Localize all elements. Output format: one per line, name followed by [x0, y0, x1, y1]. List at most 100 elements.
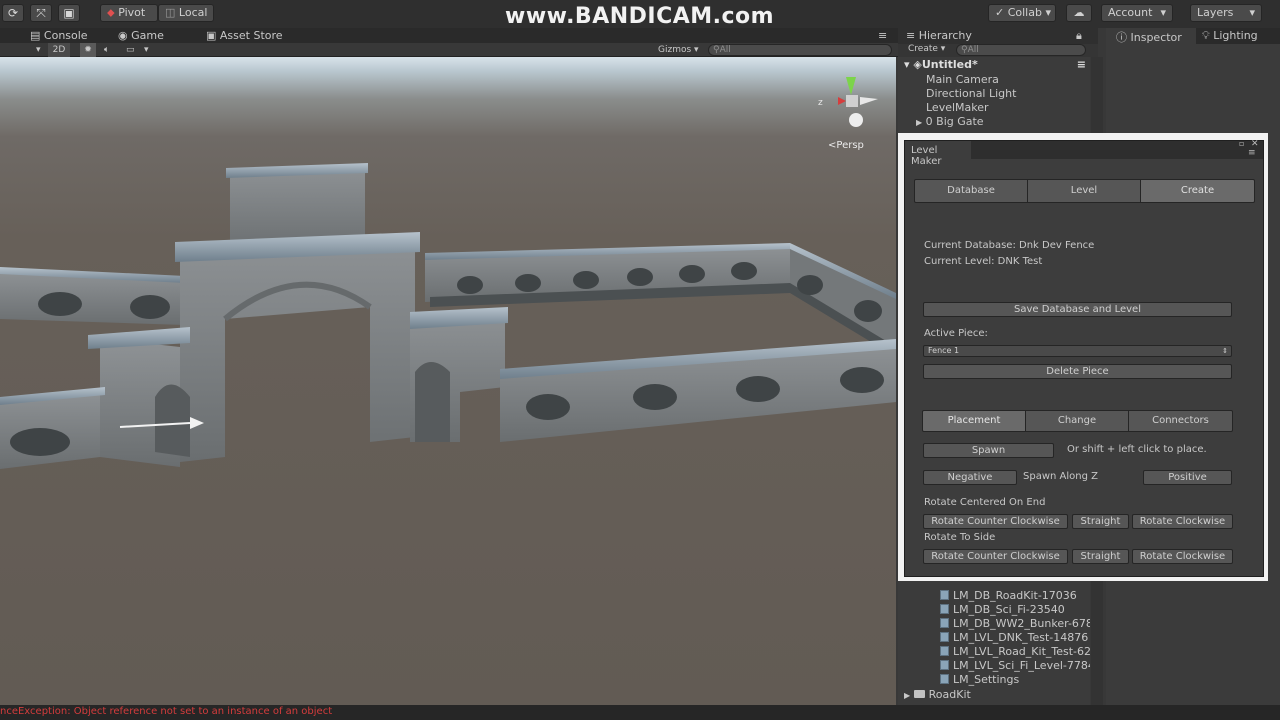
effects-toggle-icon[interactable]: ▭ — [126, 43, 135, 57]
straight-side-button[interactable]: Straight — [1072, 549, 1129, 564]
active-piece-label: Active Piece: — [924, 328, 988, 339]
list-item[interactable]: LM_LVL_Sci_Fi_Level-7784 — [940, 659, 1090, 673]
asset-file-icon — [940, 646, 949, 656]
folder-item[interactable]: ▶ RoadKit — [904, 688, 971, 703]
rotate-tool-icon[interactable]: ⟳ — [2, 4, 24, 22]
asset-file-icon — [940, 618, 949, 628]
status-bar[interactable]: nceException: Object reference not set t… — [0, 705, 1280, 720]
tab-lighting[interactable]: 💡︎ Lighting — [1202, 29, 1258, 43]
list-item[interactable]: LM_Settings — [940, 673, 1019, 687]
orientation-gizmo[interactable] — [838, 77, 878, 127]
tab-connectors[interactable]: Connectors — [1128, 410, 1233, 432]
positive-button[interactable]: Positive — [1143, 470, 1232, 485]
dropdown-arrows-icon: ⇕ — [1222, 347, 1228, 355]
asset-file-icon — [940, 590, 949, 600]
delete-piece-button[interactable]: Delete Piece — [923, 364, 1232, 379]
pivot-button[interactable]: ⬥ Pivot — [100, 4, 158, 22]
pivot-icon: ⬥ — [107, 6, 115, 19]
list-item[interactable]: LM_DB_Sci_Fi-23540 — [940, 603, 1065, 617]
projection-label[interactable]: <Persp — [828, 140, 864, 151]
spawn-along-label: Spawn Along Z — [1023, 471, 1098, 482]
scene-search-input[interactable]: ⚲All — [708, 44, 892, 56]
tab-database[interactable]: Database — [914, 179, 1028, 203]
list-item[interactable]: LM_DB_WW2_Bunker-6782 — [940, 617, 1090, 631]
hierarchy-item[interactable]: ▶ 0 Big Gate — [916, 115, 984, 130]
chevron-down-icon: ▾ — [1249, 6, 1255, 19]
spawn-hint-text: Or shift + left click to place. — [1067, 444, 1207, 455]
create-dropdown[interactable]: Create ▾ — [908, 44, 945, 54]
hierarchy-item[interactable]: Main Camera — [926, 73, 999, 87]
rotate-ccw-end-button[interactable]: Rotate Counter Clockwise — [923, 514, 1068, 529]
scale-tool-icon[interactable]: ⤧ — [30, 4, 52, 22]
lock-icon[interactable]: 🔒︎ — [1076, 29, 1082, 43]
tab-console[interactable]: ▤ Console — [30, 28, 88, 43]
info-icon: ⓘ — [1116, 31, 1127, 44]
rotate-ccw-side-button[interactable]: Rotate Counter Clockwise — [923, 549, 1068, 564]
asset-file-icon — [940, 660, 949, 670]
hierarchy-item[interactable]: Directional Light — [926, 87, 1016, 101]
scene-root[interactable]: ▾ ◈Untitled* ≡ — [904, 58, 1090, 72]
recording-watermark: www.BANDICAM.com — [505, 4, 775, 29]
straight-end-button[interactable]: Straight — [1072, 514, 1129, 529]
asset-file-icon — [940, 604, 949, 614]
scene-menu-icon[interactable]: ≡ — [1077, 58, 1086, 72]
effects-chevron-icon[interactable]: ▾ — [144, 43, 149, 57]
hierarchy-search-input[interactable]: ⚲All — [956, 44, 1086, 56]
tab-menu-icon[interactable]: ≡ — [878, 28, 892, 43]
tab-change[interactable]: Change — [1025, 410, 1129, 432]
active-piece-dropdown[interactable]: Fence 1 ⇕ — [923, 345, 1232, 357]
maximize-icon[interactable]: ▫ — [1239, 139, 1244, 148]
layers-dropdown[interactable]: Layers ▾ — [1190, 4, 1262, 22]
window-menu-icon[interactable]: ≡ — [1248, 148, 1256, 158]
asset-file-icon — [940, 632, 949, 642]
search-icon: ⚲ — [713, 45, 720, 55]
fence-left — [0, 267, 185, 325]
folder-icon — [913, 690, 925, 698]
asset-file-icon — [940, 674, 949, 684]
list-item[interactable]: LM_LVL_DNK_Test-14876 — [940, 631, 1088, 645]
collab-button[interactable]: ✓ Collab ▾ — [988, 4, 1056, 22]
tab-asset-store[interactable]: ▣ Asset Store — [206, 28, 283, 43]
error-message[interactable]: nceException: Object reference not set t… — [0, 706, 332, 717]
negative-button[interactable]: Negative — [923, 470, 1017, 485]
list-item[interactable]: LM_LVL_Road_Kit_Test-623 — [940, 645, 1090, 659]
tab-hierarchy[interactable]: ≡ Hierarchy — [906, 29, 972, 42]
scene-geometry — [0, 77, 896, 469]
tab-placement[interactable]: Placement — [922, 410, 1026, 432]
rotate-cw-end-button[interactable]: Rotate Clockwise — [1132, 514, 1233, 529]
chevron-down-icon: ▾ — [1160, 6, 1166, 19]
tab-game[interactable]: ◉ Game — [118, 28, 164, 43]
hierarchy-toolbar: Create ▾ ⚲All — [898, 44, 1098, 57]
level-maker-title-tab[interactable]: Level Maker — [905, 141, 971, 167]
list-icon: ≡ — [906, 29, 916, 42]
local-button[interactable]: ◫ Local — [158, 4, 214, 22]
gizmos-dropdown[interactable]: Gizmos ▾ — [658, 43, 699, 57]
cloud-icon: ☁ — [1073, 6, 1085, 19]
spawn-button[interactable]: Spawn — [923, 443, 1054, 458]
current-database-label: Current Database: Dnk Dev Fence — [924, 240, 1095, 251]
audio-toggle-icon[interactable]: 🔈︎ — [104, 43, 109, 57]
save-database-level-button[interactable]: Save Database and Level — [923, 302, 1232, 317]
tab-inspector[interactable]: ⓘ Inspector — [1106, 28, 1196, 44]
tab-level[interactable]: Level — [1027, 179, 1141, 203]
rotate-end-label: Rotate Centered On End — [924, 497, 1046, 508]
account-dropdown[interactable]: Account ▾ — [1101, 4, 1173, 22]
tab-create[interactable]: Create — [1140, 179, 1255, 203]
hierarchy-item[interactable]: LevelMaker — [926, 101, 989, 115]
store-icon: ▣ — [206, 29, 217, 42]
chevron-down-icon: ▾ — [1045, 6, 1051, 19]
game-icon: ◉ — [118, 29, 128, 42]
list-item[interactable]: LM_DB_RoadKit-17036 — [940, 589, 1077, 603]
unity-logo-icon: ◈ — [913, 58, 922, 71]
inspector-tab-header: ⓘ Inspector 💡︎ Lighting — [1106, 28, 1280, 44]
rotate-side-label: Rotate To Side — [924, 532, 996, 543]
cloud-button[interactable]: ☁ — [1066, 4, 1092, 22]
rotate-cw-side-button[interactable]: Rotate Clockwise — [1132, 549, 1233, 564]
rect-tool-icon[interactable]: ▣ — [58, 4, 80, 22]
expand-arrow-icon: ▾ — [904, 58, 910, 71]
scene-viewport[interactable]: z <Persp — [0, 57, 896, 705]
shading-chevron-icon[interactable]: ▾ — [36, 43, 41, 57]
fence-front-left — [0, 387, 105, 469]
mode-2d-toggle[interactable]: 2D — [48, 43, 70, 57]
lighting-toggle-icon[interactable]: ✹ — [80, 43, 96, 57]
